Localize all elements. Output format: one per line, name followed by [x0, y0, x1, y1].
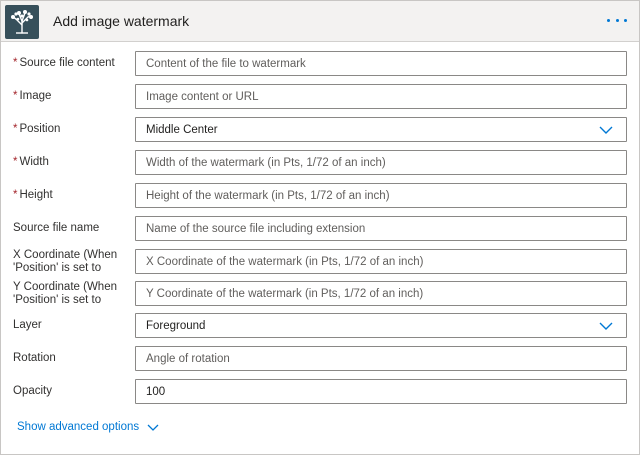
width-input[interactable]: Width of the watermark (in Pts, 1/72 of …	[135, 150, 627, 175]
y-coordinate-input[interactable]: Y Coordinate of the watermark (in Pts, 1…	[135, 281, 627, 306]
field-row-y-coordinate: Y Coordinate (When 'Position' is set to …	[1, 281, 639, 307]
opacity-label: Opacity	[13, 385, 52, 397]
height-label: * Height	[13, 189, 53, 201]
source-file-content-input[interactable]: Content of the file to watermark	[135, 51, 627, 76]
rotation-input[interactable]: Angle of rotation	[135, 346, 627, 371]
x-coordinate-label: X Coordinate (When 'Position' is set to	[13, 249, 118, 274]
y-coordinate-label: Y Coordinate (When 'Position' is set to	[13, 281, 117, 306]
x-coordinate-input[interactable]: X Coordinate of the watermark (in Pts, 1…	[135, 249, 627, 274]
field-row-position: * Position Middle Center	[1, 117, 639, 143]
height-input[interactable]: Height of the watermark (in Pts, 1/72 of…	[135, 183, 627, 208]
image-label: * Image	[13, 90, 52, 102]
rotation-label: Rotation	[13, 352, 56, 364]
chevron-down-icon[interactable]	[598, 123, 614, 137]
field-row-width: * Width Width of the watermark (in Pts, 1…	[1, 150, 639, 176]
position-label: * Position	[13, 123, 61, 135]
x-coordinate-placeholder: X Coordinate of the watermark (in Pts, 1…	[146, 256, 424, 268]
field-row-image: * Image Image content or URL	[1, 84, 639, 110]
show-advanced-options-label: Show advanced options	[17, 421, 140, 433]
field-row-x-coordinate: X Coordinate (When 'Position' is set to …	[1, 249, 639, 275]
rotation-placeholder: Angle of rotation	[146, 353, 230, 365]
card-header[interactable]: Add image watermark	[1, 1, 639, 42]
position-select[interactable]: Middle Center	[135, 117, 627, 142]
source-file-name-input[interactable]: Name of the source file including extens…	[135, 216, 627, 241]
layer-value: Foreground	[146, 320, 206, 332]
image-input[interactable]: Image content or URL	[135, 84, 627, 109]
opacity-input[interactable]: 100	[135, 379, 627, 404]
field-row-source-file-name: Source file name Name of the source file…	[1, 216, 639, 242]
action-card: Add image watermark * Source file content…	[0, 0, 640, 455]
source-file-content-label: * Source file content	[13, 57, 115, 69]
layer-label: Layer	[13, 319, 42, 331]
width-label: * Width	[13, 156, 49, 168]
show-advanced-options-link[interactable]: Show advanced options	[17, 421, 159, 433]
source-file-name-label: Source file name	[13, 222, 100, 234]
field-row-rotation: Rotation Angle of rotation	[1, 346, 639, 372]
chevron-down-icon	[147, 424, 159, 431]
more-options-icon[interactable]	[605, 9, 629, 31]
chevron-down-icon[interactable]	[598, 319, 614, 333]
field-row-layer: Layer Foreground	[1, 313, 639, 339]
position-value: Middle Center	[146, 124, 218, 136]
image-placeholder: Image content or URL	[146, 91, 259, 103]
field-row-opacity: Opacity 100	[1, 379, 639, 405]
width-placeholder: Width of the watermark (in Pts, 1/72 of …	[146, 157, 386, 169]
y-coordinate-placeholder: Y Coordinate of the watermark (in Pts, 1…	[146, 288, 424, 300]
field-row-source-file-content: * Source file content Content of the file…	[1, 51, 639, 77]
opacity-value: 100	[146, 386, 166, 398]
source-file-content-placeholder: Content of the file to watermark	[146, 58, 306, 70]
layer-select[interactable]: Foreground	[135, 313, 627, 338]
height-placeholder: Height of the watermark (in Pts, 1/72 of…	[146, 190, 390, 202]
field-row-height: * Height Height of the watermark (in Pts,…	[1, 183, 639, 209]
tree-logo-icon	[5, 5, 39, 39]
source-file-name-placeholder: Name of the source file including extens…	[146, 223, 366, 235]
card-title: Add image watermark	[53, 13, 190, 29]
